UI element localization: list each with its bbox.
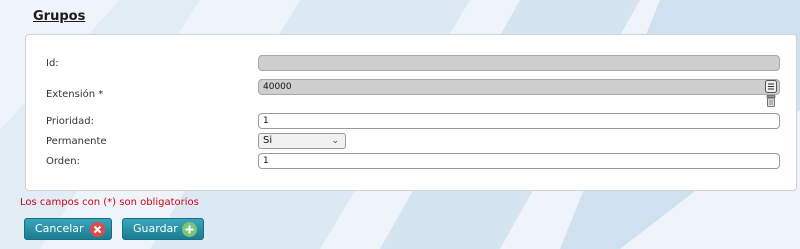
cancel-button-label: Cancelar <box>35 222 84 235</box>
permanente-selected: Si <box>263 135 273 146</box>
cancel-button[interactable]: Cancelar <box>24 218 112 240</box>
prioridad-field[interactable]: 1 <box>258 113 780 129</box>
required-fields-note: Los campos con (*) son obligatorios <box>20 197 199 208</box>
chevron-down-icon: ⌄ <box>331 136 339 146</box>
add-circle-icon <box>182 222 197 237</box>
page-title: Grupos <box>33 9 86 24</box>
id-label: Id: <box>46 58 59 69</box>
orden-field[interactable]: 1 <box>258 153 780 169</box>
id-field <box>258 55 780 71</box>
permanente-select[interactable]: Si ⌄ <box>258 133 346 149</box>
extension-label: Extensión * <box>46 89 104 100</box>
extension-field[interactable]: 40000 <box>258 79 780 95</box>
close-circle-icon <box>90 222 105 237</box>
save-button-label: Guardar <box>133 222 178 235</box>
save-button[interactable]: Guardar <box>122 218 204 240</box>
list-icon[interactable] <box>765 80 777 96</box>
permanente-label: Permanente <box>46 136 107 147</box>
orden-label: Orden: <box>46 156 81 167</box>
prioridad-label: Prioridad: <box>46 116 94 127</box>
form-panel: Id: Extensión * 40000 Prioridad: 1 Perma… <box>25 34 797 191</box>
trash-icon[interactable] <box>766 95 776 110</box>
